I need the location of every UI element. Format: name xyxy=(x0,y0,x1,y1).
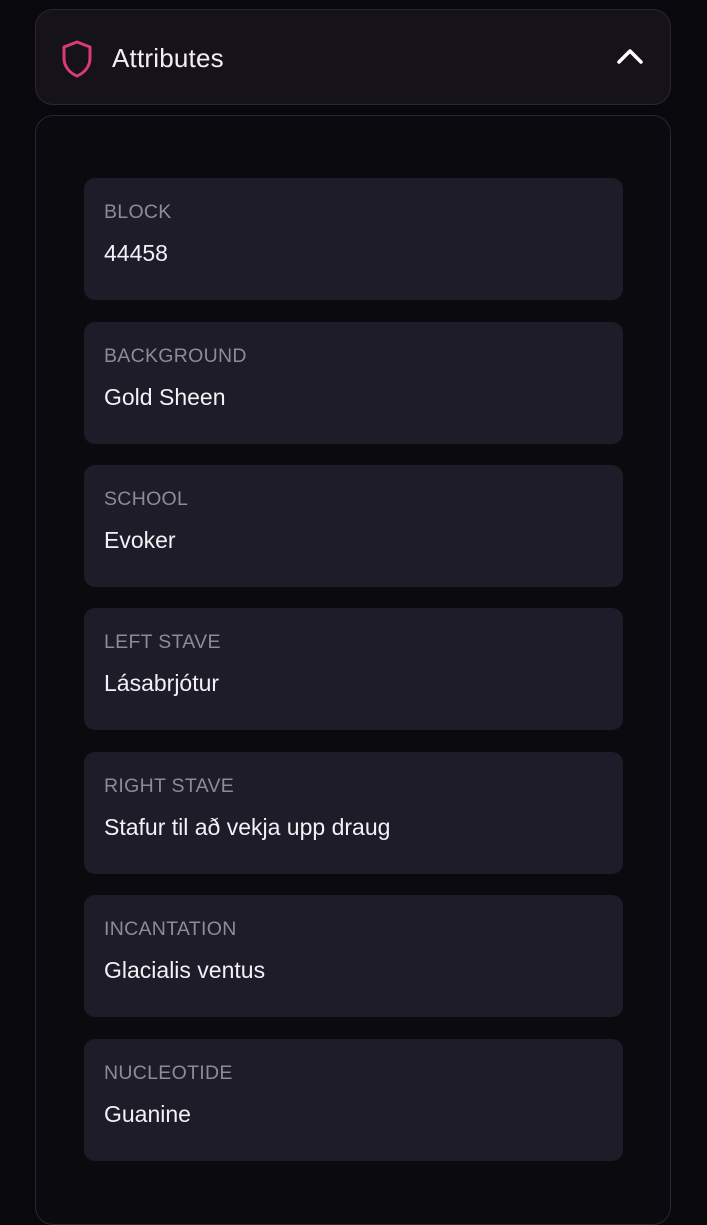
section-title: Attributes xyxy=(112,43,224,73)
attribute-value: Lásabrjótur xyxy=(104,670,220,696)
attribute-card-school: SCHOOL Evoker xyxy=(84,465,623,587)
attribute-card-background: BACKGROUND Gold Sheen xyxy=(84,322,623,444)
attribute-label: RIGHT STAVE xyxy=(104,775,235,797)
attribute-label: BACKGROUND xyxy=(104,345,247,367)
attribute-label: BLOCK xyxy=(104,201,172,223)
shield-icon xyxy=(61,40,93,78)
attribute-card-incantation: INCANTATION Glacialis ventus xyxy=(84,895,623,1017)
attribute-card-right-stave: RIGHT STAVE Stafur til að vekja upp drau… xyxy=(84,752,623,874)
attribute-card-nucleotide: NUCLEOTIDE Guanine xyxy=(84,1039,623,1161)
attribute-label: NUCLEOTIDE xyxy=(104,1062,233,1084)
attribute-value: Evoker xyxy=(104,527,176,553)
attribute-label: LEFT STAVE xyxy=(104,631,221,653)
attributes-accordion-header[interactable]: Attributes xyxy=(35,9,671,105)
attribute-value: Guanine xyxy=(104,1101,191,1127)
attribute-value: Gold Sheen xyxy=(104,384,226,410)
chevron-up-icon[interactable] xyxy=(616,46,644,66)
attribute-label: SCHOOL xyxy=(104,488,189,510)
attribute-value: 44458 xyxy=(104,240,168,266)
attribute-label: INCANTATION xyxy=(104,918,237,940)
attribute-value: Glacialis ventus xyxy=(104,957,266,983)
attribute-card-block: BLOCK 44458 xyxy=(84,178,623,300)
attribute-value: Stafur til að vekja upp draug xyxy=(104,814,391,840)
attribute-card-left-stave: LEFT STAVE Lásabrjótur xyxy=(84,608,623,730)
